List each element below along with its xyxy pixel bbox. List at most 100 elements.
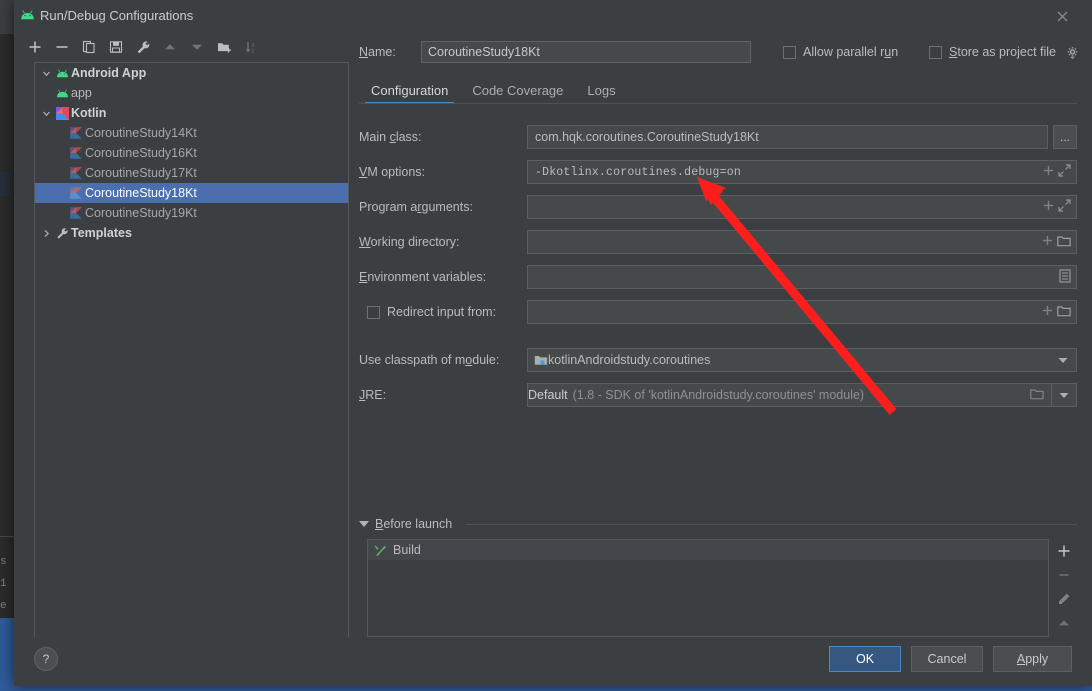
chevron-down-icon[interactable]: [39, 63, 53, 83]
before-launch-header[interactable]: Before launch: [359, 515, 1077, 533]
tab-configuration[interactable]: Configuration: [359, 83, 460, 104]
help-button[interactable]: ?: [34, 647, 58, 671]
expand-icon[interactable]: [1058, 199, 1071, 215]
tab-code-coverage[interactable]: Code Coverage: [460, 83, 575, 104]
plus-icon[interactable]: [1041, 234, 1054, 250]
folder-icon[interactable]: [1023, 388, 1051, 403]
tree-item-label: Android App: [71, 66, 147, 80]
chevron-down-icon[interactable]: [1051, 384, 1076, 406]
configurations-tree[interactable]: Android App app Kotlin CoroutineStudy14K…: [34, 62, 349, 639]
jre-value-primary: Default: [528, 388, 568, 402]
jre-combobox[interactable]: Default (1.8 - SDK of 'kotlinAndroidstud…: [527, 383, 1077, 407]
store-as-project-file-label: Store as project file: [949, 45, 1057, 59]
tree-row-android-app[interactable]: Android App: [35, 63, 348, 83]
main-class-input[interactable]: com.hqk.coroutines.CoroutineStudy18Kt: [527, 125, 1048, 149]
allow-parallel-run-checkbox[interactable]: Allow parallel run: [783, 45, 898, 59]
folder-icon[interactable]: [1057, 305, 1071, 320]
list-icon[interactable]: [1059, 268, 1071, 286]
ok-button[interactable]: OK: [829, 646, 901, 672]
bg-text-fragment-2: 1: [0, 578, 7, 590]
tree-item-label: CoroutineStudy17Kt: [85, 166, 197, 180]
gear-icon[interactable]: [1066, 46, 1079, 59]
before-launch-task-list[interactable]: Build: [367, 539, 1049, 637]
apply-button[interactable]: Apply: [993, 646, 1072, 672]
checkbox-box[interactable]: [929, 45, 942, 59]
tree-row-app[interactable]: app: [35, 83, 348, 103]
pencil-icon[interactable]: [1051, 587, 1077, 611]
wrench-icon: [53, 223, 71, 243]
bg-selection-block: [0, 618, 14, 691]
before-launch-rule: [466, 523, 1077, 525]
chevron-down-icon[interactable]: [39, 103, 53, 123]
environment-variables-row: Environment variables:: [359, 264, 1077, 290]
arrow-down-icon[interactable]: [184, 35, 210, 59]
vm-options-value: -Dkotlinx.coroutines.debug=on: [535, 165, 741, 179]
plus-icon[interactable]: [1042, 199, 1055, 215]
redirect-input-checkbox[interactable]: Redirect input from:: [359, 305, 527, 319]
redirect-input-field[interactable]: [527, 300, 1077, 324]
wrench-icon[interactable]: [130, 35, 156, 59]
kotlin-icon: [53, 103, 71, 123]
checkbox-box[interactable]: [783, 45, 796, 59]
tree-row-coroutinestudy19kt[interactable]: CoroutineStudy19Kt: [35, 203, 348, 223]
working-directory-input[interactable]: [527, 230, 1077, 254]
store-as-project-file-checkbox[interactable]: Store as project file: [929, 45, 1079, 59]
add-configuration-button[interactable]: [22, 35, 48, 59]
tree-item-label: CoroutineStudy18Kt: [85, 186, 197, 200]
jre-value-secondary: (1.8 - SDK of 'kotlinAndroidstudy.corout…: [572, 388, 865, 402]
tree-row-coroutinestudy17kt[interactable]: CoroutineStudy17Kt: [35, 163, 348, 183]
tree-item-label: CoroutineStudy14Kt: [85, 126, 197, 140]
tab-logs[interactable]: Logs: [575, 83, 627, 104]
classpath-module-label: Use classpath of module:: [359, 353, 500, 367]
triangle-down-icon[interactable]: [359, 521, 369, 527]
folder-icon[interactable]: [1057, 235, 1071, 250]
save-configuration-button[interactable]: [103, 35, 129, 59]
tree-row-kotlin[interactable]: Kotlin: [35, 103, 348, 123]
cancel-button[interactable]: Cancel: [911, 646, 983, 672]
name-input[interactable]: [421, 41, 751, 63]
vm-options-input[interactable]: -Dkotlinx.coroutines.debug=on: [527, 160, 1077, 184]
add-task-button[interactable]: [1051, 539, 1077, 563]
sort-az-icon[interactable]: a z: [238, 35, 264, 59]
remove-configuration-button[interactable]: [49, 35, 75, 59]
working-directory-label: Working directory:: [359, 235, 460, 249]
tree-item-label: Templates: [71, 226, 132, 240]
tree-row-coroutinestudy14kt[interactable]: CoroutineStudy14Kt: [35, 123, 348, 143]
classpath-module-combobox[interactable]: kotlinAndroidstudy.coroutines: [527, 348, 1077, 372]
copy-configuration-button[interactable]: [76, 35, 102, 59]
main-class-value: com.hqk.coroutines.CoroutineStudy18Kt: [535, 130, 759, 144]
name-label: Name:: [359, 45, 396, 59]
close-icon[interactable]: [1042, 0, 1082, 32]
vm-options-adornments: [1042, 164, 1076, 180]
checkbox-box[interactable]: [367, 305, 380, 319]
before-launch-task-row[interactable]: Build: [368, 540, 1048, 560]
program-arguments-input[interactable]: [527, 195, 1077, 219]
remove-task-button[interactable]: [1051, 563, 1077, 587]
tree-row-coroutinestudy16kt[interactable]: CoroutineStudy16Kt: [35, 143, 348, 163]
main-class-row: Main class: com.hqk.coroutines.Coroutine…: [359, 124, 1077, 150]
plus-icon[interactable]: [1042, 164, 1055, 180]
tree-row-coroutinestudy18kt[interactable]: CoroutineStudy18Kt: [35, 183, 348, 203]
jre-row: JRE: Default (1.8 - SDK of 'kotlinAndroi…: [359, 382, 1077, 408]
kotlin-icon: [67, 123, 85, 143]
bg-divider: [0, 536, 14, 537]
arrow-up-icon[interactable]: [157, 35, 183, 59]
move-task-up-button[interactable]: [1051, 611, 1077, 635]
editor-tabs: Configuration Code Coverage Logs: [359, 76, 1077, 104]
redirect-input-adornments: [1041, 304, 1076, 320]
tree-row-templates[interactable]: Templates: [35, 223, 348, 243]
main-class-browse-button[interactable]: ...: [1053, 125, 1077, 149]
new-folder-icon[interactable]: [211, 35, 237, 59]
vm-options-label: VM options:: [359, 165, 426, 179]
chevron-right-icon[interactable]: [39, 223, 53, 243]
bg-text-fragment-1: s: [0, 556, 7, 568]
dialog-title: Run/Debug Configurations: [40, 8, 194, 23]
environment-variables-label: Environment variables:: [359, 270, 487, 284]
environment-variables-input[interactable]: [527, 265, 1077, 289]
plus-icon[interactable]: [1041, 304, 1054, 320]
redirect-input-label: Redirect input from:: [387, 305, 497, 319]
before-launch-title: Before launch: [375, 517, 453, 531]
chevron-down-icon[interactable]: [1058, 353, 1076, 367]
svg-text:z: z: [252, 48, 255, 54]
expand-icon[interactable]: [1058, 164, 1071, 180]
